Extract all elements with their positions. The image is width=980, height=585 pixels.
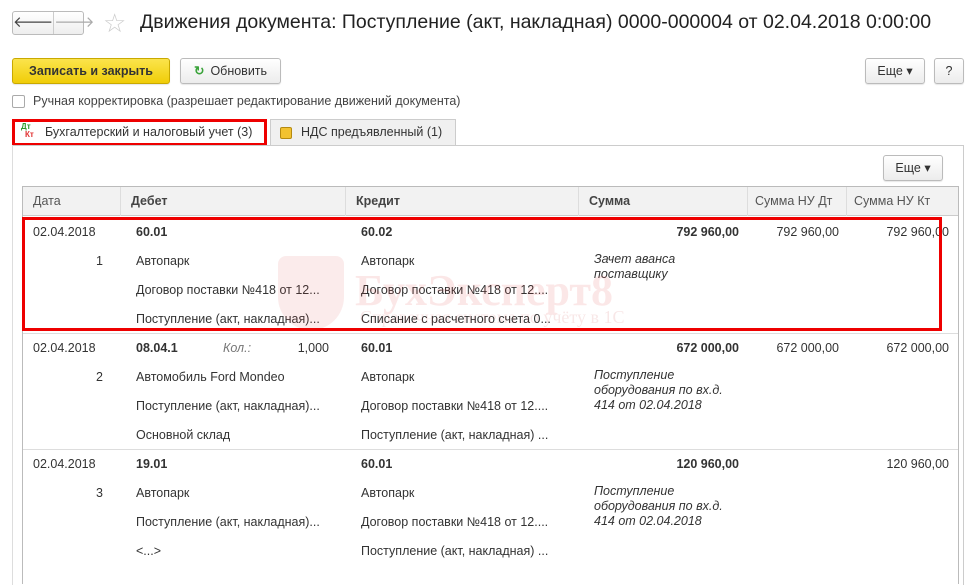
row-tax-credit: 672 000,00 (886, 341, 949, 355)
row-number: 3 (96, 486, 103, 500)
row-number: 2 (96, 370, 103, 384)
forward-button[interactable]: 🡒 (53, 12, 94, 34)
quantity-value: 1,000 (297, 341, 329, 355)
manual-correction-label: Ручная корректировка (разрешает редактир… (33, 94, 461, 108)
tab-label: НДС предъявленный (1) (301, 125, 443, 139)
refresh-button[interactable]: ↻ Обновить (180, 58, 281, 84)
row-sum: 672 000,00 (676, 341, 739, 355)
row-tax-debit: 672 000,00 (776, 341, 839, 355)
credit-line: Договор поставки №418 от 12.... (361, 399, 549, 413)
debit-line: Автопарк (136, 486, 190, 500)
help-button[interactable]: ? (934, 58, 964, 84)
refresh-label: Обновить (210, 64, 268, 78)
credit-line: Автопарк (361, 370, 415, 384)
debit-line: Поступление (акт, накладная)... (136, 515, 320, 529)
credit-line: Поступление (акт, накладная) ... (361, 428, 549, 442)
table-row[interactable]: 02.04.2018 2 08.04.1 Автомобиль Ford Mondeo… (23, 333, 958, 449)
favorite-star-icon[interactable]: ☆ (103, 8, 126, 39)
watermark-subtitle: Справочная система по учёту в 1С (360, 307, 625, 327)
row-tax-credit: 120 960,00 (886, 457, 949, 471)
column-header-sum[interactable]: Сумма (579, 187, 748, 216)
panel-border (963, 145, 964, 585)
credit-line: 60.01 (361, 457, 393, 471)
tab-vat[interactable]: НДС предъявленный (1) (270, 119, 456, 146)
refresh-icon: ↻ (193, 64, 205, 78)
credit-line: Договор поставки №418 от 12.... (361, 515, 549, 529)
manual-correction-checkbox[interactable] (12, 95, 25, 108)
credit-line: Поступление (акт, накладная) ... (361, 544, 549, 558)
table-row[interactable]: 02.04.2018 3 19.01 Автопарк Поступление (акт… (23, 449, 958, 565)
save-and-close-button[interactable]: Записать и закрыть (12, 58, 170, 84)
row-date: 02.04.2018 (33, 341, 96, 355)
column-header-date[interactable]: Дата (23, 187, 121, 216)
tab-label: Бухгалтерский и налоговый учет (3) (45, 125, 253, 139)
debit-line: Автомобиль Ford Mondeo (136, 370, 285, 384)
debit-line: <...> (136, 544, 162, 558)
quantity-label: Кол.: (223, 341, 252, 355)
column-header-tax-debit[interactable]: Сумма НУ Дт (748, 187, 847, 216)
more-button[interactable]: Еще ▾ (865, 58, 925, 84)
credit-line: Автопарк (361, 486, 415, 500)
credit-line: 60.01 (361, 341, 393, 355)
debit-line: 19.01 (136, 457, 168, 471)
panel-border (12, 145, 13, 585)
watermark-logo (278, 256, 344, 330)
dt-kt-icon: Дт Кт (21, 122, 34, 139)
row-date: 02.04.2018 (33, 457, 96, 471)
movements-table: Дата Дебет Кредит Сумма Сумма НУ Дт Сумм… (22, 186, 959, 584)
nav-buttons: 🡐 🡒 (12, 11, 94, 35)
debit-line: Поступление (акт, накладная)... (136, 399, 320, 413)
row-content: Поступление оборудования по вх.д. 414 от… (594, 484, 723, 528)
column-header-debit[interactable]: Дебет (121, 187, 346, 216)
column-header-tax-credit[interactable]: Сумма НУ Кт (847, 187, 959, 216)
back-button[interactable]: 🡐 (13, 12, 53, 34)
row-sum: 120 960,00 (676, 457, 739, 471)
coins-icon (280, 127, 292, 139)
column-header-credit[interactable]: Кредит (346, 187, 579, 216)
tab-accounting[interactable]: Дт Кт Бухгалтерский и налоговый учет (3) (12, 119, 267, 146)
row-content: Поступление оборудования по вх.д. 414 от… (594, 368, 723, 412)
page-title: Движения документа: Поступление (акт, на… (140, 11, 932, 33)
table-header: Дата Дебет Кредит Сумма Сумма НУ Дт Сумм… (23, 187, 958, 216)
tab-divider (12, 145, 964, 146)
table-more-button[interactable]: Еще ▾ (883, 155, 943, 181)
debit-line: Основной склад (136, 428, 231, 442)
